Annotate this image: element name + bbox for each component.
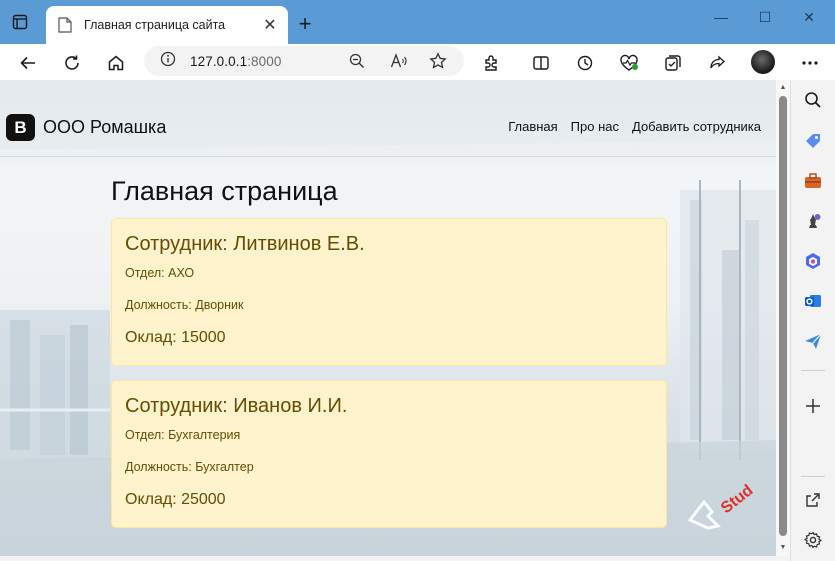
employee-position: Должность: Бухгалтер <box>125 460 254 474</box>
settings-icon[interactable] <box>801 528 825 552</box>
brand-name: ООО Ромашка <box>43 117 167 137</box>
employee-department: Отдел: Бухгалтерия <box>125 428 241 442</box>
collections-icon[interactable] <box>660 50 686 76</box>
refresh-icon[interactable] <box>59 50 85 76</box>
nav-link-add-employee[interactable]: Добавить сотрудника <box>632 119 761 134</box>
more-icon[interactable] <box>797 50 823 76</box>
home-icon[interactable] <box>103 50 129 76</box>
site-navbar: B ООО Ромашка Главная Про нас Добавить с… <box>0 80 776 157</box>
employee-department: Отдел: АХО <box>125 266 195 280</box>
search-icon[interactable] <box>801 88 825 112</box>
edge-sidebar <box>790 80 835 561</box>
address-bar[interactable]: 127.0.0.1:8000 <box>144 46 464 76</box>
tab-actions-icon[interactable] <box>10 12 30 32</box>
read-aloud-icon[interactable] <box>389 51 409 71</box>
employee-name: Сотрудник: Иванов И.И. <box>125 395 348 417</box>
browser-toolbar: 127.0.0.1:8000 <box>0 44 835 80</box>
close-tab-icon[interactable]: ✕ <box>260 15 280 35</box>
employee-salary: Оклад: 25000 <box>125 491 226 508</box>
employee-position: Должность: Дворник <box>125 298 244 312</box>
toolbox-icon[interactable] <box>801 169 825 193</box>
site-brand[interactable]: B ООО Ромашка <box>6 114 166 141</box>
page-scrollbar[interactable]: ▲ ▼ <box>776 80 790 556</box>
tag-icon[interactable] <box>801 129 825 153</box>
employee-card: Сотрудник: Иванов И.И. Отдел: Бухгалтери… <box>111 380 667 528</box>
watermark-logo: Stud <box>687 482 756 530</box>
close-window-icon[interactable]: ✕ <box>794 8 824 26</box>
nav-link-about[interactable]: Про нас <box>571 119 619 134</box>
title-bar: Главная страница сайта ✕ + — ☐ ✕ <box>0 0 835 44</box>
scroll-down-icon[interactable]: ▼ <box>779 543 787 551</box>
zoom-icon[interactable] <box>347 51 367 71</box>
maximize-icon[interactable]: ☐ <box>750 8 780 26</box>
employee-salary: Оклад: 15000 <box>125 329 226 346</box>
tab-main-page[interactable]: Главная страница сайта ✕ <box>46 6 288 44</box>
page-icon <box>58 17 74 33</box>
nav-link-home[interactable]: Главная <box>508 119 557 134</box>
open-external-icon[interactable] <box>801 488 825 512</box>
bootstrap-logo: B <box>6 114 35 141</box>
add-icon[interactable] <box>801 394 825 418</box>
send-icon[interactable] <box>801 329 825 353</box>
favorite-icon[interactable] <box>428 51 448 71</box>
extensions-icon[interactable] <box>479 50 505 76</box>
profile-avatar[interactable] <box>751 50 775 74</box>
copilot-icon[interactable] <box>801 249 825 273</box>
performance-icon[interactable] <box>616 50 642 76</box>
page-title: Главная страница <box>111 176 338 206</box>
chess-icon[interactable] <box>801 209 825 233</box>
sidebar-divider <box>801 476 825 477</box>
new-tab-button[interactable]: + <box>294 11 316 36</box>
minimize-icon[interactable]: — <box>706 8 736 26</box>
address-text: 127.0.0.1:8000 <box>190 54 282 69</box>
watermark-text: Stud <box>718 482 756 517</box>
nav-links: Главная Про нас Добавить сотрудника <box>508 119 761 134</box>
tab-title: Главная страница сайта <box>84 18 226 32</box>
scroll-up-icon[interactable]: ▲ <box>779 83 787 91</box>
back-icon[interactable] <box>15 50 41 76</box>
share-icon[interactable] <box>704 50 730 76</box>
history-icon[interactable] <box>572 50 598 76</box>
address-host: 127.0.0.1 <box>190 53 248 69</box>
scroll-thumb[interactable] <box>779 96 787 536</box>
employee-name: Сотрудник: Литвинов Е.В. <box>125 233 365 255</box>
info-icon[interactable] <box>160 51 176 72</box>
page-viewport[interactable]: B ООО Ромашка Главная Про нас Добавить с… <box>0 80 776 556</box>
split-screen-icon[interactable] <box>528 50 554 76</box>
address-port: :8000 <box>247 53 282 69</box>
sidebar-divider <box>801 370 825 371</box>
employee-card: Сотрудник: Литвинов Е.В. Отдел: АХО Долж… <box>111 218 667 366</box>
outlook-icon[interactable] <box>801 289 825 313</box>
window-bottom-edge <box>0 556 790 561</box>
